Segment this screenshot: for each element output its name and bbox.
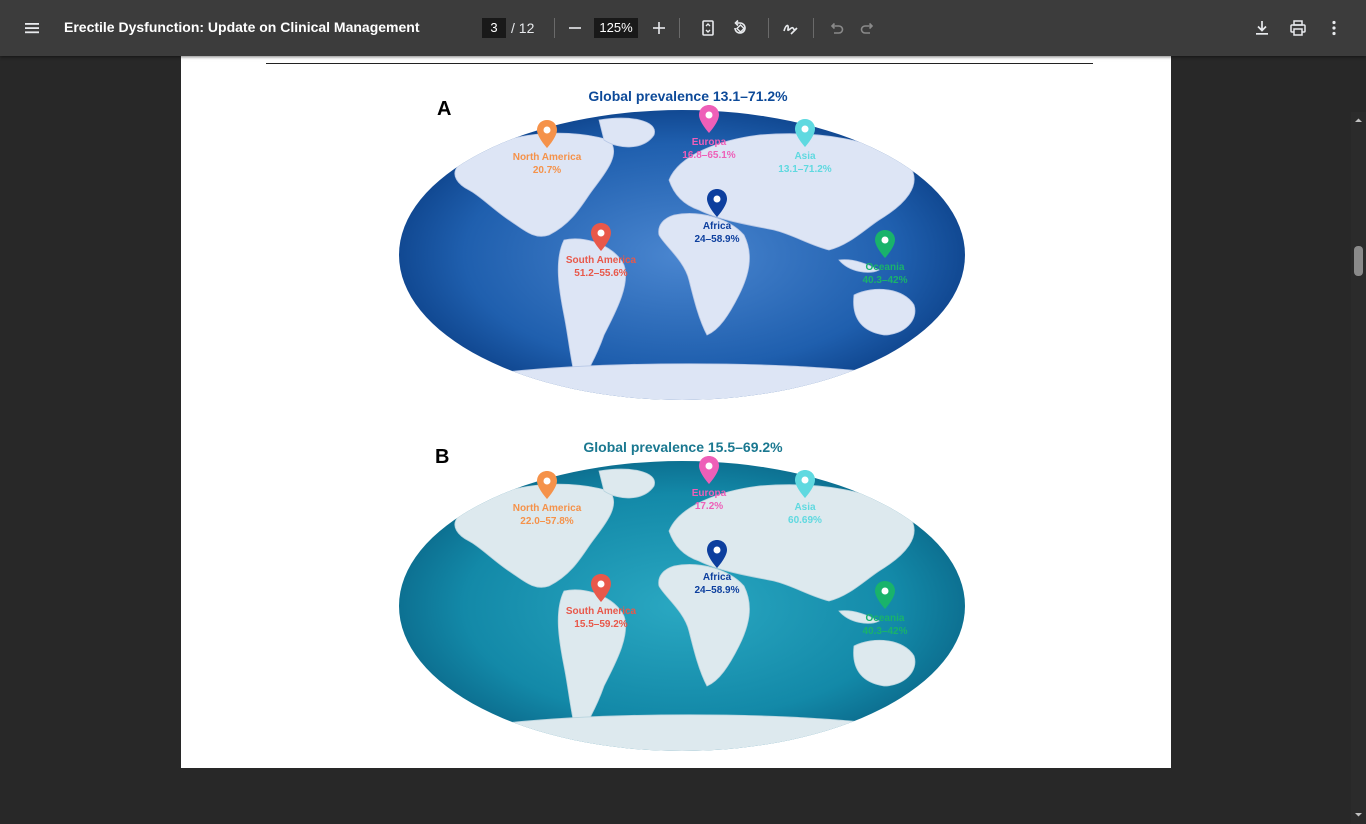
panel-a-title: Global prevalence 13.1–71.2% [588, 88, 788, 104]
pdf-toolbar: Erectile Dysfunction: Update on Clinical… [0, 0, 1366, 56]
map-pin-icon [699, 105, 719, 133]
print-icon[interactable] [1282, 12, 1314, 44]
toolbar-divider [813, 18, 814, 38]
region-prevalence: 51.2–55.6% [574, 268, 628, 279]
region-prevalence: 15.5–59.2% [574, 619, 628, 630]
region-prevalence: 20.7% [532, 165, 562, 176]
toolbar-divider [679, 18, 680, 38]
region-label: Africa 24–58.9% [662, 571, 772, 597]
region-label: Europa 16.8–65.1% [654, 136, 764, 162]
map-pin-icon [875, 581, 895, 609]
panel-b-title: Global prevalence 15.5–69.2% [583, 439, 783, 455]
map-pin-icon [537, 471, 557, 499]
region-prevalence: 24–58.9% [694, 585, 740, 596]
region-prevalence: 16.8–65.1% [682, 150, 736, 161]
map-pin-icon [795, 470, 815, 498]
region-name: Europa [691, 488, 727, 499]
document-title: Erectile Dysfunction: Update on Clinical… [64, 19, 420, 35]
pdf-viewer[interactable]: A Global prevalence 13.1–71.2% B Global … [0, 56, 1366, 824]
region-label: South America 15.5–59.2% [546, 605, 656, 631]
region-label: Oceania 40.3–42% [830, 261, 940, 287]
page-number-input[interactable] [482, 18, 506, 38]
hamburger-menu-icon[interactable] [16, 12, 48, 44]
toolbar-divider [554, 18, 555, 38]
map-pin-icon [707, 540, 727, 568]
region-name: Europa [691, 137, 727, 148]
region-prevalence: 24–58.9% [694, 234, 740, 245]
map-pin-icon [699, 456, 719, 484]
region-name: Asia [794, 151, 816, 162]
region-name: North America [512, 152, 582, 163]
region-label: North America 20.7% [492, 151, 602, 177]
undo-icon[interactable] [820, 12, 852, 44]
region-prevalence: 40.3–42% [862, 275, 908, 286]
region-prevalence: 60.69% [788, 515, 822, 526]
region-name: Africa [702, 572, 732, 583]
region-name: South America [565, 255, 637, 266]
zoom-out-icon[interactable] [559, 12, 591, 44]
region-prevalence: 13.1–71.2% [778, 164, 832, 175]
region-label: North America 22.0–57.8% [492, 502, 602, 528]
region-name: Asia [794, 502, 816, 513]
map-pin-icon [707, 189, 727, 217]
scroll-up-icon[interactable] [1354, 116, 1363, 125]
region-label: Africa 24–58.9% [662, 220, 772, 246]
map-pin-icon [537, 120, 557, 148]
map-pin-icon [795, 119, 815, 147]
fit-page-icon[interactable] [692, 12, 724, 44]
page-total: / 12 [511, 20, 535, 36]
region-prevalence: 17.2% [694, 501, 724, 512]
region-name: Oceania [865, 613, 905, 624]
rotate-icon[interactable] [724, 12, 756, 44]
region-prevalence: 22.0–57.8% [520, 516, 574, 527]
region-name: South America [565, 606, 637, 617]
map-pin-icon [875, 230, 895, 258]
vertical-scrollbar[interactable] [1351, 112, 1366, 824]
redo-icon[interactable] [852, 12, 884, 44]
region-label: Europa 17.2% [654, 487, 764, 513]
toolbar-divider [768, 18, 769, 38]
region-label: Asia 13.1–71.2% [750, 150, 860, 176]
zoom-level-input[interactable] [594, 18, 638, 38]
page-rule [266, 63, 1093, 64]
region-label: Asia 60.69% [750, 501, 860, 527]
scroll-thumb[interactable] [1354, 246, 1363, 276]
pdf-page: A Global prevalence 13.1–71.2% B Global … [181, 56, 1171, 768]
map-pin-icon [591, 223, 611, 251]
download-icon[interactable] [1246, 12, 1278, 44]
more-options-icon[interactable] [1318, 12, 1350, 44]
region-name: Oceania [865, 262, 905, 273]
region-label: South America 51.2–55.6% [546, 254, 656, 280]
zoom-in-icon[interactable] [643, 12, 675, 44]
region-name: North America [512, 503, 582, 514]
region-label: Oceania 40.3–42% [830, 612, 940, 638]
region-prevalence: 40.3–42% [862, 626, 908, 637]
map-pin-icon [591, 574, 611, 602]
region-name: Africa [702, 221, 732, 232]
annotate-icon[interactable] [774, 12, 806, 44]
scroll-down-icon[interactable] [1354, 810, 1363, 819]
